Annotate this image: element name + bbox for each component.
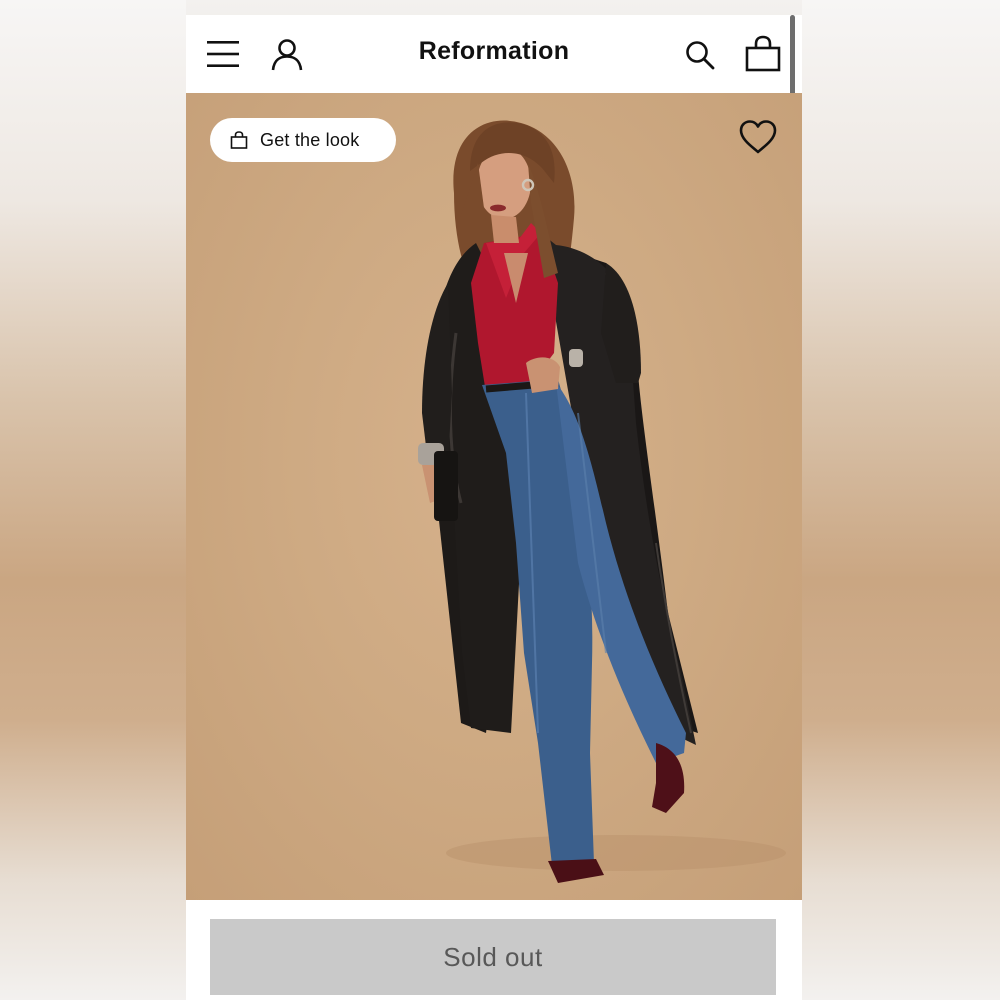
product-hero-image[interactable]: Get the look [186,93,802,900]
product-page: Reformation Get the look Sold out [186,15,802,1000]
shopping-bag-icon [230,131,248,149]
get-the-look-label: Get the look [260,129,360,150]
top-nav: Reformation [186,15,802,157]
get-the-look-button[interactable]: Get the look [210,118,396,162]
menu-icon[interactable] [206,39,240,69]
model-figure-image [418,120,786,883]
background-blur-left [0,0,186,1000]
background-blur-right [802,0,1000,1000]
bag-icon[interactable] [744,35,782,73]
account-icon[interactable] [270,37,304,71]
search-icon[interactable] [684,39,716,71]
heart-icon[interactable] [738,119,778,155]
brand-logo[interactable]: Reformation [374,37,614,66]
sold-out-button[interactable]: Sold out [210,919,776,995]
